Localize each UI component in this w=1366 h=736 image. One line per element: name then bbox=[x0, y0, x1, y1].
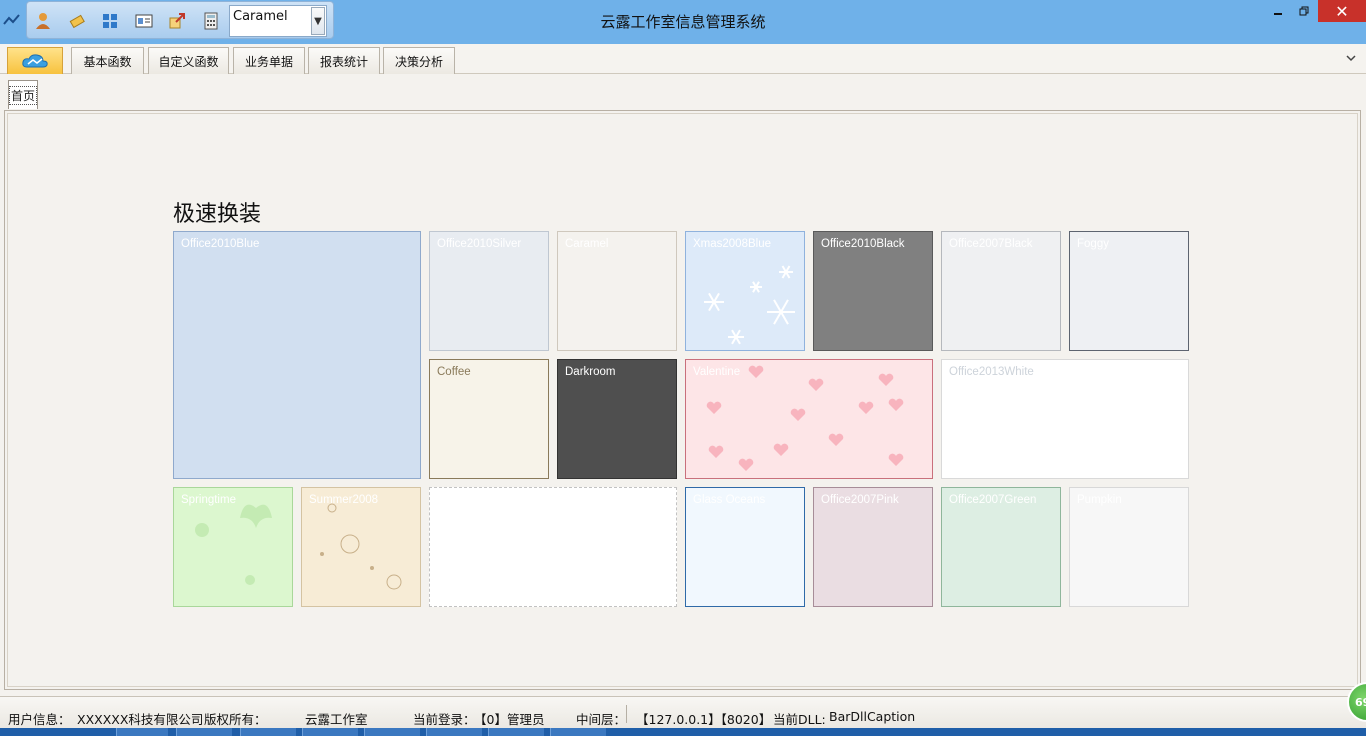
status-separator bbox=[626, 705, 627, 723]
skin-tile[interactable]: Office2007Green bbox=[941, 487, 1061, 607]
id-card-icon[interactable] bbox=[134, 11, 154, 31]
status-copyright-value: 云露工作室 bbox=[305, 712, 368, 727]
tab-home-label: 首页 bbox=[9, 85, 37, 105]
status-bar: 用户信息： XXXXXX科技有限公司 版权所有： 云露工作室 当前登录： 【0】… bbox=[0, 696, 1366, 728]
skin-tile[interactable]: Pumpkin bbox=[1069, 487, 1189, 607]
app-menu-button[interactable] bbox=[7, 47, 63, 74]
skin-tile[interactable]: Office2007Black bbox=[941, 231, 1061, 351]
skin-tile-label: Xmas2008Blue bbox=[693, 238, 771, 250]
taskbar-item[interactable] bbox=[364, 728, 420, 736]
skin-tile[interactable]: Caramel bbox=[557, 231, 677, 351]
skin-tile-label: Office2007Pink bbox=[821, 494, 899, 506]
status-copyright-label: 版权所有： bbox=[204, 712, 267, 727]
skin-tile-label: Office2007Green bbox=[949, 494, 1037, 506]
export-icon[interactable] bbox=[167, 11, 187, 31]
tab-report-statistics[interactable]: 报表统计 bbox=[308, 47, 380, 74]
status-dll-value: BarDllCaption bbox=[829, 709, 916, 724]
skin-tile[interactable]: Valentine bbox=[685, 359, 933, 479]
skin-tile[interactable]: Summer2008 bbox=[301, 487, 421, 607]
ribbon-bar: 基本函数 自定义函数 业务单据 报表统计 决策分析 bbox=[0, 44, 1366, 74]
title-bar: Caramel ▼ 云露工作室信息管理系统 ✕ bbox=[0, 0, 1366, 44]
minimize-icon bbox=[1274, 13, 1282, 15]
skin-tile[interactable]: Glass Oceans bbox=[685, 487, 805, 607]
status-middle-value: 【127.0.0.1】【8020】 bbox=[636, 712, 772, 727]
skin-tile[interactable]: Office2007Pink bbox=[813, 487, 933, 607]
skin-tile-label: Darkroom bbox=[565, 366, 616, 378]
skin-tile[interactable]: Darkroom bbox=[557, 359, 677, 479]
tab-decision-analysis[interactable]: 决策分析 bbox=[383, 47, 455, 74]
skin-tile-label: Valentine bbox=[693, 366, 741, 378]
status-user-value: XXXXXX科技有限公司 bbox=[77, 712, 204, 727]
restore-icon bbox=[1299, 6, 1309, 16]
status-user-label: 用户信息： bbox=[8, 712, 71, 727]
taskbar-item[interactable] bbox=[176, 728, 232, 736]
skin-tile-label: Office2013White bbox=[949, 366, 1034, 378]
close-button[interactable]: ✕ bbox=[1318, 0, 1366, 22]
skin-tile[interactable]: Coffee bbox=[429, 359, 549, 479]
skin-tile-label: Pumpkin bbox=[1077, 494, 1122, 506]
ribbon-collapse-chevron-icon[interactable] bbox=[1344, 52, 1358, 64]
calculator-icon[interactable] bbox=[201, 11, 221, 31]
user-icon[interactable] bbox=[33, 11, 53, 31]
skin-tile[interactable]: Foggy bbox=[1069, 231, 1189, 351]
taskbar-item[interactable] bbox=[488, 728, 544, 736]
skin-tile[interactable]: Office2010Black bbox=[813, 231, 933, 351]
minimize-button[interactable] bbox=[1266, 0, 1290, 22]
quick-access-toolbar: Caramel ▼ bbox=[26, 1, 334, 39]
status-dll-label: 当前DLL: bbox=[773, 712, 826, 727]
close-icon: ✕ bbox=[1335, 1, 1349, 21]
taskbar-item[interactable] bbox=[116, 728, 168, 736]
skin-tile[interactable]: Springtime bbox=[173, 487, 293, 607]
status-middle-label: 中间层： bbox=[576, 712, 627, 727]
taskbar-item[interactable] bbox=[240, 728, 296, 736]
taskbar-item[interactable] bbox=[302, 728, 358, 736]
skin-tile-label: Office2010Black bbox=[821, 238, 905, 250]
tab-custom-functions[interactable]: 自定义函数 bbox=[148, 47, 229, 74]
tab-basic-functions[interactable]: 基本函数 bbox=[71, 47, 144, 74]
app-chart-icon[interactable] bbox=[2, 10, 22, 30]
cloud-icon bbox=[22, 54, 48, 68]
skin-tile-label: Glass Oceans bbox=[693, 494, 766, 506]
skin-tile-label: Coffee bbox=[437, 366, 471, 378]
skin-tile[interactable]: Office2010Blue bbox=[173, 231, 421, 479]
skin-tile[interactable]: Office2010Silver bbox=[429, 231, 549, 351]
windows-icon[interactable] bbox=[100, 11, 120, 31]
chevron-down-icon[interactable]: ▼ bbox=[311, 7, 325, 35]
skin-tile-label: Office2010Blue bbox=[181, 238, 260, 250]
tab-business-documents[interactable]: 业务单据 bbox=[233, 47, 305, 74]
skin-tile-label: Office2010Silver bbox=[437, 238, 522, 250]
skin-tile[interactable] bbox=[429, 487, 677, 607]
taskbar-item[interactable] bbox=[550, 728, 606, 736]
notification-badge-count: 69 bbox=[1355, 695, 1366, 709]
skin-tile-label: Foggy bbox=[1077, 238, 1109, 250]
restore-button[interactable] bbox=[1292, 0, 1316, 22]
skin-tile-label: Springtime bbox=[181, 494, 236, 506]
skin-tile[interactable]: Office2013White bbox=[941, 359, 1189, 479]
skin-tile-label: Caramel bbox=[565, 238, 609, 250]
tab-home[interactable]: 首页 bbox=[8, 80, 38, 109]
taskbar bbox=[0, 728, 1366, 736]
skin-selector[interactable]: Caramel ▼ bbox=[229, 5, 327, 37]
status-login-value: 【0】管理员 bbox=[474, 712, 545, 727]
skin-tile[interactable]: Xmas2008Blue bbox=[685, 231, 805, 351]
taskbar-item[interactable] bbox=[426, 728, 482, 736]
skin-selector-value: Caramel bbox=[233, 9, 288, 24]
section-title: 极速换装 bbox=[173, 202, 262, 227]
skin-tile-label: Office2007Black bbox=[949, 238, 1033, 250]
status-login-label: 当前登录： bbox=[413, 712, 476, 727]
skin-tile-label: Summer2008 bbox=[309, 494, 379, 506]
eraser-icon[interactable] bbox=[67, 11, 87, 31]
